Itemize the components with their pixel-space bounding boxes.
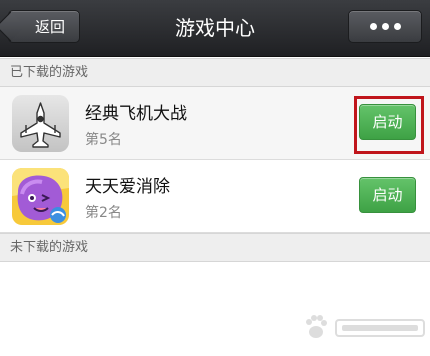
more-dot-icon [369,23,377,30]
purple-creature-icon [12,168,69,225]
launch-button[interactable]: 启动 [359,177,416,213]
list-item-game[interactable]: 天天爱消除 第2名 启动 [0,160,430,233]
paw-watermark-icon [302,308,430,348]
nav-bar: 返回 游戏中心 [0,0,430,57]
airplane-icon [12,95,69,152]
more-options-button[interactable] [348,10,422,43]
section-header-downloaded: 已下载的游戏 [0,58,430,87]
game-name: 天天爱消除 [85,177,170,197]
page-title: 游戏中心 [175,16,255,40]
back-button-label: 返回 [34,18,65,36]
more-dot-icon [393,23,401,30]
game-rank: 第2名 [85,205,122,221]
back-button[interactable]: 返回 [8,10,80,43]
game-name: 经典飞机大战 [85,104,187,124]
section-header-not-downloaded: 未下载的游戏 [0,233,430,262]
game-rank: 第5名 [85,132,122,148]
more-dot-icon [381,23,389,30]
highlight-annotation [354,96,424,154]
